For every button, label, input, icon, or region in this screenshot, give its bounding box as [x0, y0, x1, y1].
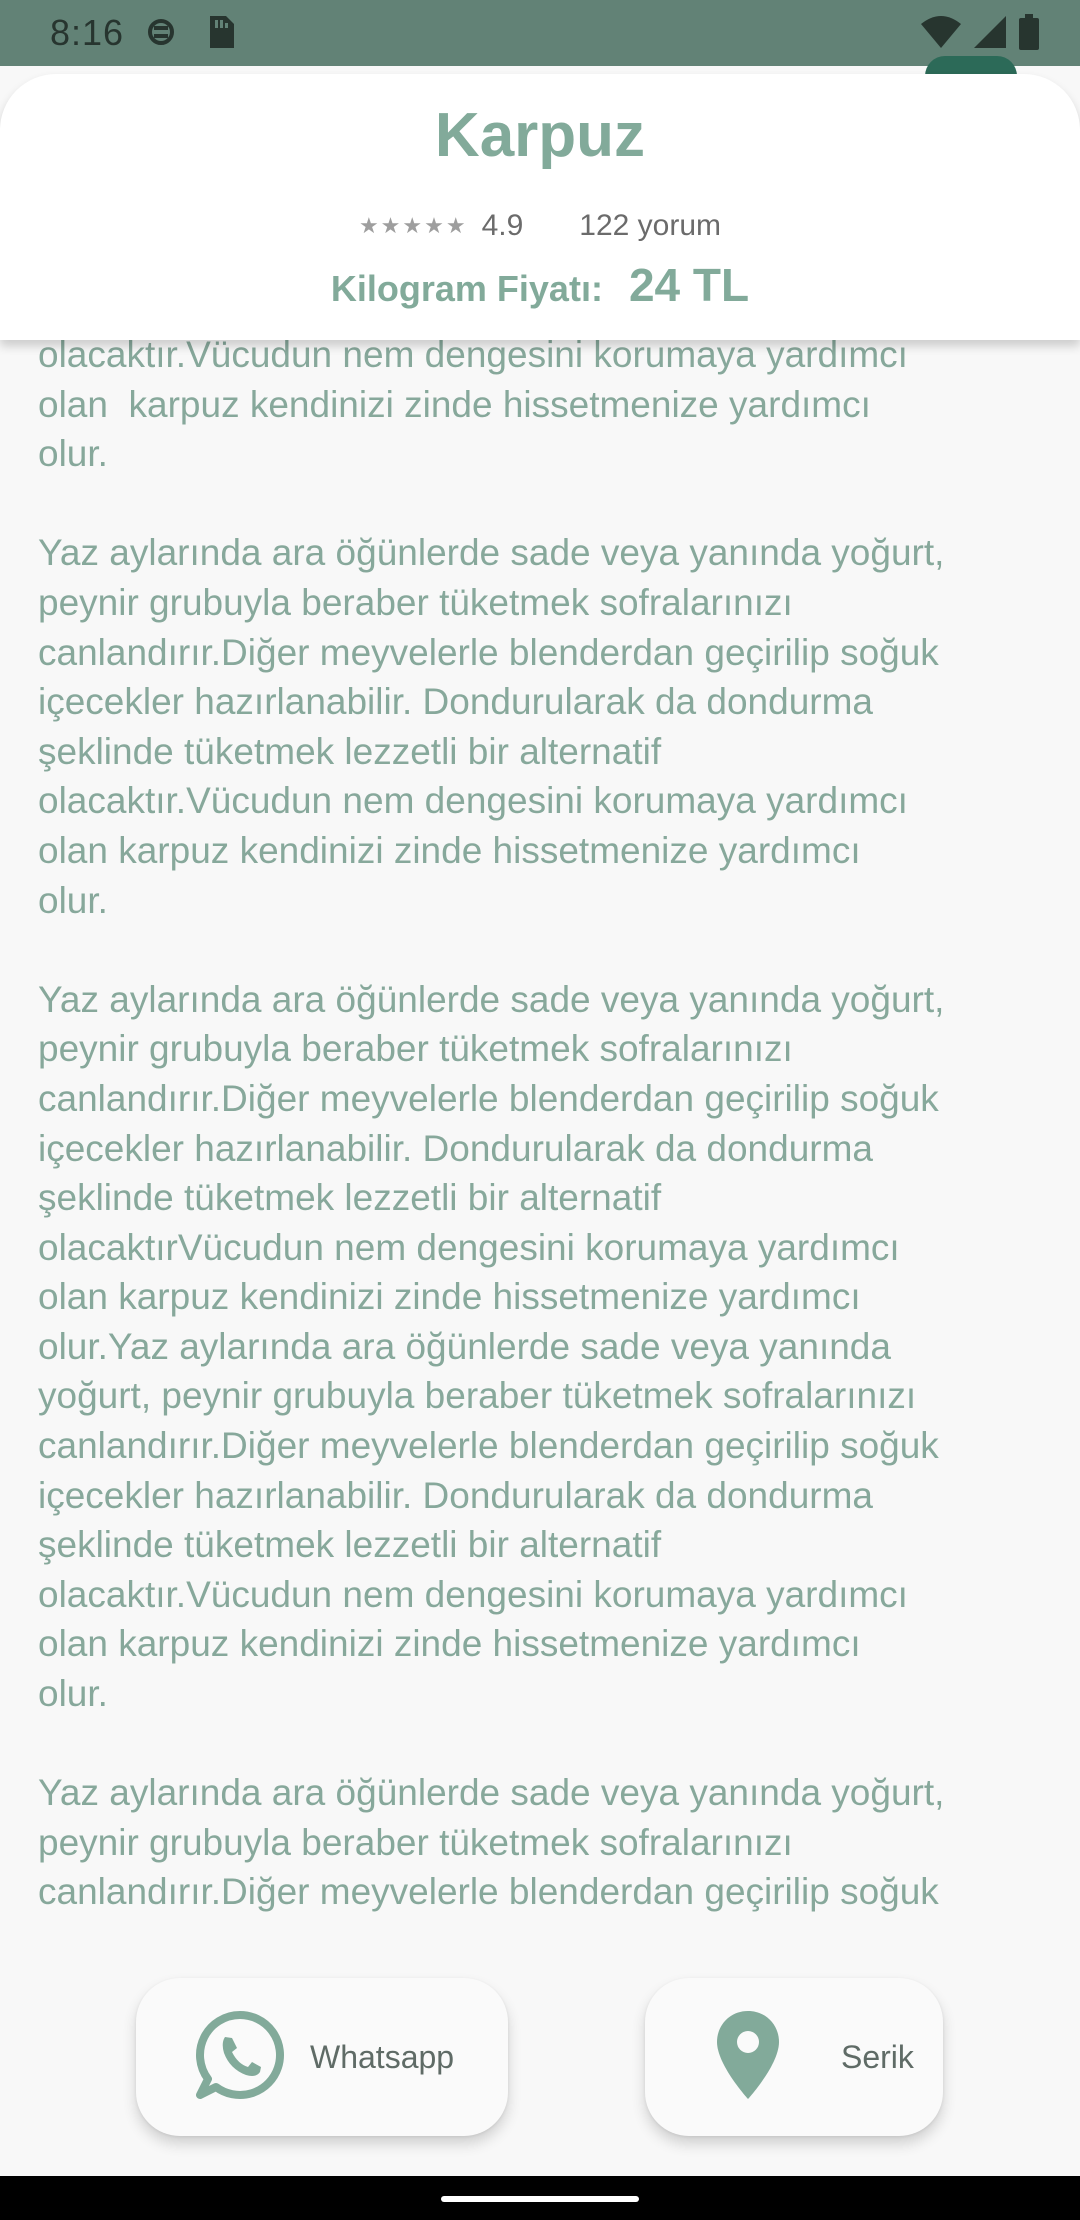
whatsapp-button[interactable]: Whatsapp	[136, 1978, 508, 2136]
price-value: 24 TL	[628, 259, 750, 311]
sim-card-icon	[206, 14, 236, 55]
product-description: olacaktır.Vücudun nem dengesini korumaya…	[38, 334, 945, 1913]
status-bar: 8:16	[0, 0, 1080, 66]
price-row: Kilogram Fiyatı: 24 TL	[0, 258, 1080, 314]
wifi-icon	[920, 14, 962, 55]
rating-row: ★★★★★ 4.9 122 yorum	[0, 206, 1080, 246]
battery-icon	[1018, 14, 1040, 55]
product-title: Karpuz	[434, 101, 646, 170]
price-label: Kilogram Fiyatı:	[330, 268, 603, 309]
description-scroll-area[interactable]: olacaktır.Vücudun nem dengesini korumaya…	[0, 320, 1080, 1920]
navigation-bar	[0, 2176, 1080, 2220]
review-count[interactable]: 122 yorum	[579, 209, 721, 243]
product-header: Karpuz ★★★★★ 4.9 122 yorum Kilogram Fiya…	[0, 74, 1080, 340]
status-time: 8:16	[50, 12, 125, 53]
home-gesture-handle[interactable]	[441, 2196, 639, 2202]
rating-stars-icon: ★★★★★	[358, 213, 468, 238]
location-button[interactable]: Serik	[645, 1978, 943, 2136]
whatsapp-label: Whatsapp	[310, 2038, 455, 2075]
signal-icon	[972, 14, 1008, 55]
data-saver-icon	[146, 14, 176, 55]
rating-value: 4.9	[481, 209, 524, 242]
whatsapp-icon	[194, 2009, 286, 2106]
location-label: Serik	[841, 2038, 914, 2075]
location-pin-icon	[715, 2009, 781, 2106]
